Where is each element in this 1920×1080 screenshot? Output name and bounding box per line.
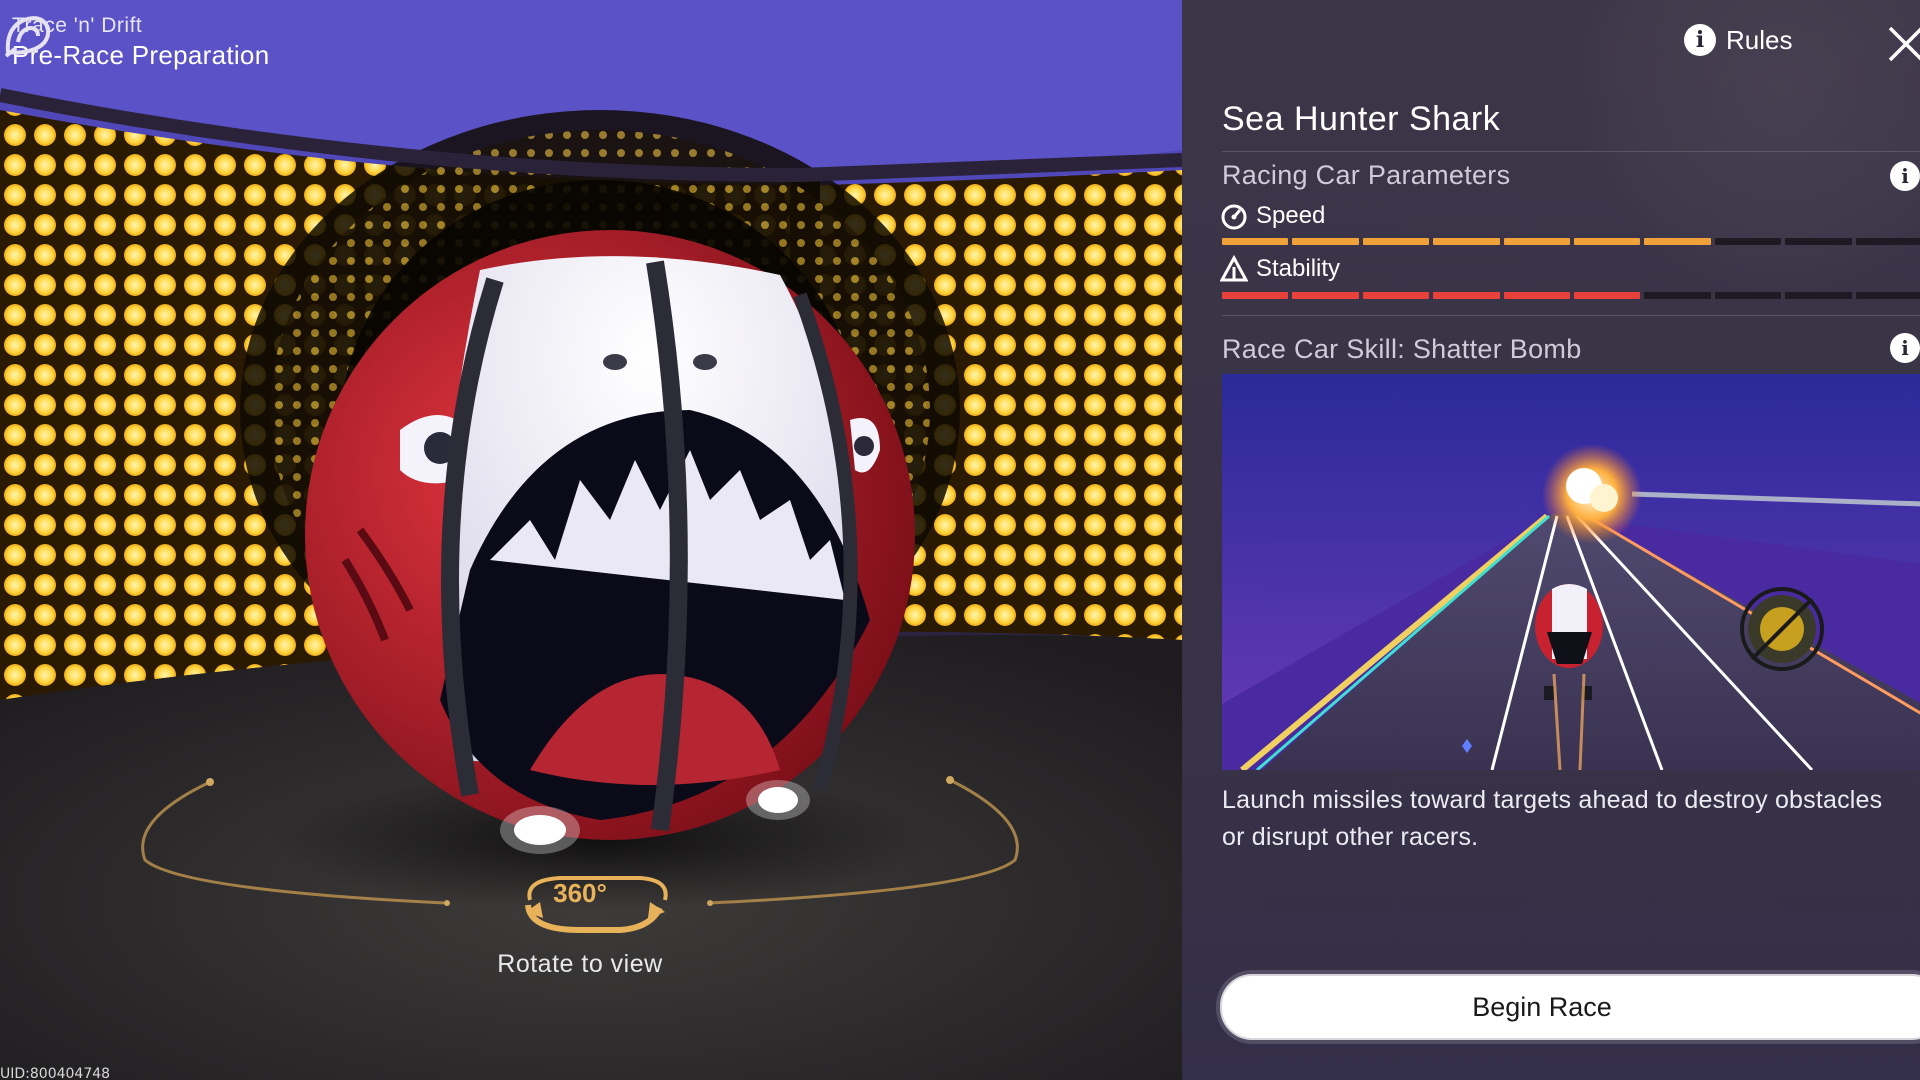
stat-bar-segment — [1433, 292, 1500, 299]
stat-bar-segment — [1222, 238, 1289, 245]
car-details-panel: i Rules Sea Hunter Shark Racing Car Para… — [1182, 0, 1920, 1080]
stat-bar-segment — [1714, 292, 1782, 299]
stat-bar-segment — [1714, 238, 1782, 245]
stat-bar-segment — [1855, 238, 1920, 245]
stat-bar-segment — [1503, 238, 1571, 245]
speed-bar — [1222, 238, 1920, 245]
divider — [1222, 315, 1920, 316]
skill-title: Race Car Skill: Shatter Bomb — [1222, 334, 1582, 364]
skill-description: Launch missiles toward targets ahead to … — [1222, 786, 1883, 851]
close-icon[interactable] — [1882, 20, 1920, 64]
stat-speed-label: Speed — [1256, 202, 1326, 229]
stat-stability: Stability — [1220, 255, 1340, 283]
stat-bar-segment — [1292, 292, 1359, 299]
stat-bar-segment — [1362, 292, 1430, 299]
info-icon: i — [1684, 24, 1716, 56]
skill-info-icon[interactable]: i — [1890, 333, 1920, 363]
page-header: Trace 'n' Drift Pre-Race Preparation — [0, 8, 269, 71]
stat-bar-segment — [1785, 238, 1852, 245]
begin-race-label: Begin Race — [1472, 992, 1612, 1022]
car-name: Sea Hunter Shark — [1222, 100, 1501, 138]
stability-bar — [1222, 292, 1920, 299]
rotate-to-view-label: Rotate to view — [497, 950, 663, 978]
stat-bar-segment — [1574, 292, 1641, 299]
rules-button[interactable]: i Rules — [1684, 24, 1792, 56]
uid-label: UID:800404748 — [0, 1066, 111, 1080]
divider — [1222, 151, 1920, 152]
stat-bar-segment — [1574, 238, 1641, 245]
stat-bar-segment — [1855, 292, 1920, 299]
stat-bar-segment — [1362, 238, 1430, 245]
stability-icon — [1220, 255, 1248, 282]
stat-bar-segment — [1785, 292, 1852, 299]
stat-bar-segment — [1292, 238, 1359, 245]
stat-bar-segment — [1644, 292, 1711, 299]
stat-stability-label: Stability — [1256, 255, 1341, 282]
stat-bar-segment — [1433, 238, 1500, 245]
speedometer-icon — [1221, 204, 1247, 230]
skill-preview-image — [1222, 374, 1920, 770]
stat-bar-segment — [1503, 292, 1571, 299]
rotate-badge-text: 360° — [553, 878, 607, 908]
stat-speed: Speed — [1220, 202, 1325, 230]
params-info-icon[interactable]: i — [1890, 161, 1920, 191]
params-title: Racing Car Parameters — [1222, 160, 1511, 190]
stat-bar-segment — [1644, 238, 1711, 245]
begin-race-button[interactable]: Begin Race — [1220, 974, 1920, 1040]
stat-bar-segment — [1222, 292, 1289, 299]
drift-logo-icon — [4, 16, 51, 58]
car-preview-scene[interactable]: 360° — [0, 0, 1182, 1080]
rules-label: Rules — [1726, 24, 1793, 55]
car-viewer[interactable]: 360° Trace 'n' Drift Pre-Race Preparatio… — [0, 0, 1182, 1080]
